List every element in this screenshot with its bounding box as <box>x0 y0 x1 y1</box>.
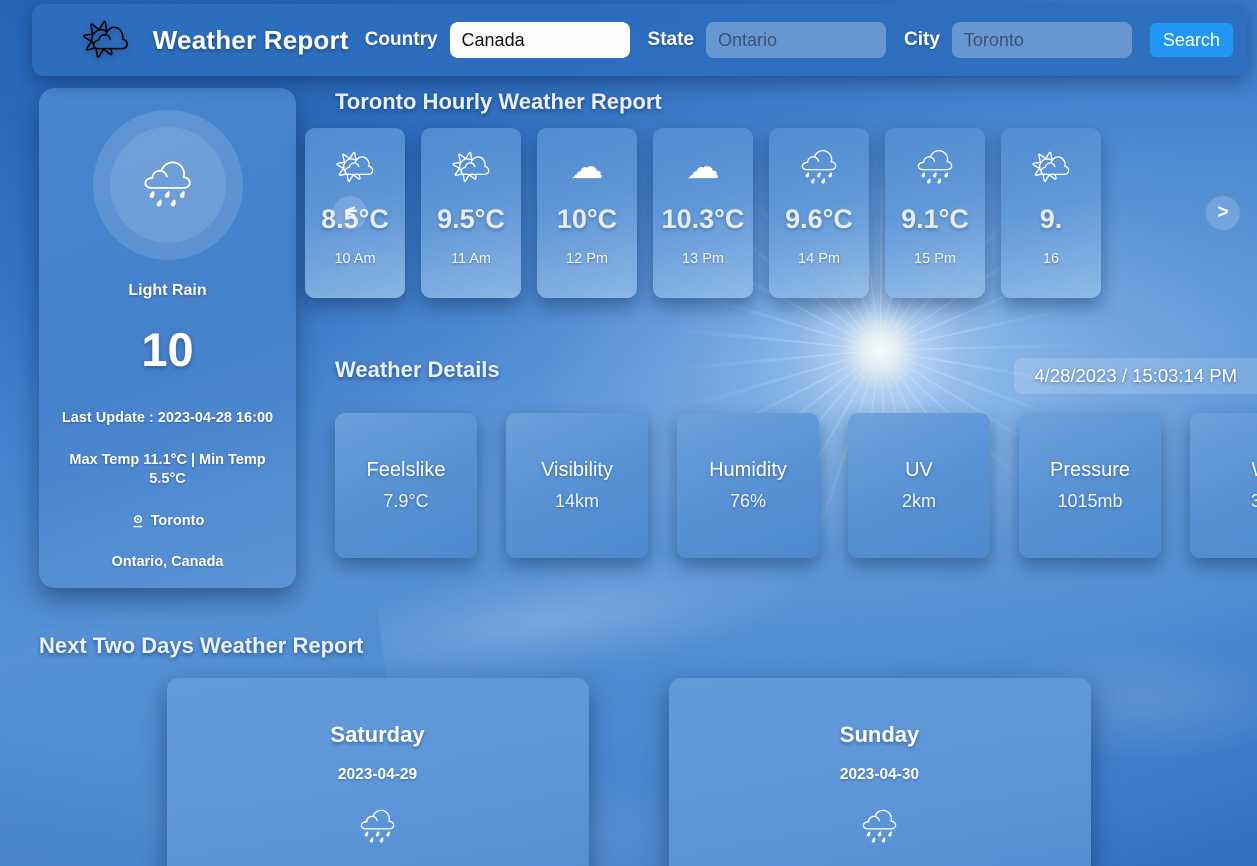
detail-value: 76% <box>729 491 767 511</box>
details-section-title: Weather Details <box>335 357 500 382</box>
location-row: Toronto <box>39 512 296 532</box>
hourly-card[interactable]: ☁ 10°C 12 Pm <box>537 128 637 298</box>
detail-label: Feelslike <box>366 459 446 481</box>
state-label: State <box>647 29 694 50</box>
detail-label: Visibility <box>541 459 613 481</box>
hourly-next-arrow-icon[interactable]: > <box>1206 196 1240 230</box>
current-temperature: 10 <box>141 323 194 376</box>
region-name: Ontario, Canada <box>111 554 224 571</box>
app-header: 🌤 Weather Report Country State City Sear… <box>32 4 1247 76</box>
rain-cloud-icon: 🌧 <box>859 808 900 844</box>
city-label: City <box>904 29 940 50</box>
country-input[interactable] <box>449 22 630 58</box>
hourly-card[interactable]: 🌧 9.6°C 14 Pm <box>769 128 869 298</box>
hourly-section-title: Toronto Hourly Weather Report <box>335 89 662 114</box>
detail-value: 14km <box>554 491 599 511</box>
day-forecast-card[interactable]: Sunday 2023-04-30 🌧 <box>668 678 1091 866</box>
hourly-time: 11 Am <box>450 251 492 267</box>
country-label: Country <box>364 29 438 50</box>
hourly-card[interactable]: 🌤 9. 16 <box>1001 128 1101 298</box>
condition-text: Light Rain <box>128 282 207 299</box>
day-name: Sunday <box>839 722 920 747</box>
state-input[interactable] <box>706 22 886 58</box>
detail-value: 2km <box>901 491 936 511</box>
weather-detail-card: Humidity 76% <box>677 413 819 558</box>
last-update-text: Last Update : 2023-04-28 16:00 <box>61 410 274 426</box>
day-forecast-card[interactable]: Saturday 2023-04-29 🌧 <box>166 678 589 866</box>
sun-behind-cloud-icon: 🌤 <box>80 18 131 62</box>
weather-detail-card: Feelslike 7.9°C <box>335 413 477 558</box>
city-input[interactable] <box>951 22 1132 58</box>
cloud-icon: ☁ <box>570 148 604 185</box>
next-days-section-title: Next Two Days Weather Report <box>39 633 364 658</box>
weather-detail-card: UV 2km <box>848 413 990 558</box>
day-date: 2023-04-29 <box>337 766 418 783</box>
hourly-forecast-strip: 🌤 8.5°C 10 Am 🌤 9.5°C 11 Am ☁ 10°C 12 Pm ☁ 10.3°C 1… <box>305 128 1257 303</box>
detail-label: UV <box>905 459 933 481</box>
hourly-time: 14 Pm <box>798 251 840 267</box>
detail-label: W <box>1252 459 1257 482</box>
hourly-time: 15 Pm <box>914 251 956 267</box>
sun-behind-cloud-icon: 🌤 <box>450 148 492 185</box>
next-days-list: Saturday 2023-04-29 🌧 Sunday 2023-04-30 🌧 <box>0 678 1257 866</box>
weather-detail-card: Visibility 14km <box>506 413 648 558</box>
day-name: Saturday <box>330 722 425 747</box>
hourly-time: 13 Pm <box>682 251 724 267</box>
page-title: Weather Report <box>152 24 349 55</box>
day-date: 2023-04-30 <box>839 766 920 783</box>
hourly-time: 12 Pm <box>566 251 608 267</box>
detail-value: 1015mb <box>1057 491 1123 511</box>
detail-value: 38 <box>1250 491 1257 511</box>
detail-label: Pressure <box>1049 459 1131 481</box>
detail-label: Humidity <box>709 459 787 481</box>
hourly-card[interactable]: 🌤 9.5°C 11 Am <box>421 128 521 298</box>
hourly-prev-arrow-icon[interactable]: < <box>333 196 367 230</box>
hourly-card[interactable]: 🌧 9.1°C 15 Pm <box>885 128 985 298</box>
rain-cloud-icon: 🌧 <box>109 127 226 243</box>
weather-details-strip: Feelslike 7.9°C Visibility 14km Humidity 76% U… <box>335 413 1257 563</box>
condition-icon-ring: 🌧 <box>92 110 243 260</box>
hourly-temperature: 9.5°C <box>437 204 505 234</box>
rain-cloud-icon: 🌧 <box>357 808 398 844</box>
rain-cloud-icon: 🌧 <box>798 148 840 185</box>
hourly-temperature: 9.1°C <box>901 204 969 234</box>
weather-detail-card: Pressure 1015mb <box>1019 413 1161 558</box>
hourly-temperature: 10°C <box>556 204 618 234</box>
hourly-temperature: 9. <box>1039 204 1063 234</box>
detail-value: 7.9°C <box>383 491 429 511</box>
hourly-card[interactable]: ☁ 10.3°C 13 Pm <box>653 128 753 298</box>
cloud-icon: ☁ <box>686 148 720 185</box>
rain-cloud-icon: 🌧 <box>914 148 956 185</box>
location-pin-icon <box>131 513 145 529</box>
city-name: Toronto <box>150 512 205 529</box>
hourly-temperature: 9.6°C <box>785 204 853 234</box>
weather-detail-card: W 38 <box>1190 413 1257 558</box>
search-button[interactable]: Search <box>1149 23 1233 57</box>
hourly-temperature: 10.3°C <box>661 204 745 234</box>
min-max-temp-text: Max Temp 11.1°C | Min Temp 5.5°C <box>69 451 266 488</box>
hourly-time: 16 <box>1042 251 1060 267</box>
details-track: Feelslike 7.9°C Visibility 14km Humidity 76% U… <box>335 413 1257 558</box>
sun-behind-cloud-icon: 🌤 <box>334 148 376 185</box>
current-weather-card: 🌧 Light Rain 10 Last Update : 2023-04-28… <box>39 88 296 588</box>
hourly-time: 10 Am <box>334 251 376 267</box>
current-timestamp-badge: 4/28/2023 / 15:03:14 PM <box>1014 358 1257 394</box>
hourly-track[interactable]: 🌤 8.5°C 10 Am 🌤 9.5°C 11 Am ☁ 10°C 12 Pm ☁ 10.3°C 1… <box>305 128 1257 298</box>
sun-behind-cloud-icon: 🌤 <box>1030 148 1072 185</box>
